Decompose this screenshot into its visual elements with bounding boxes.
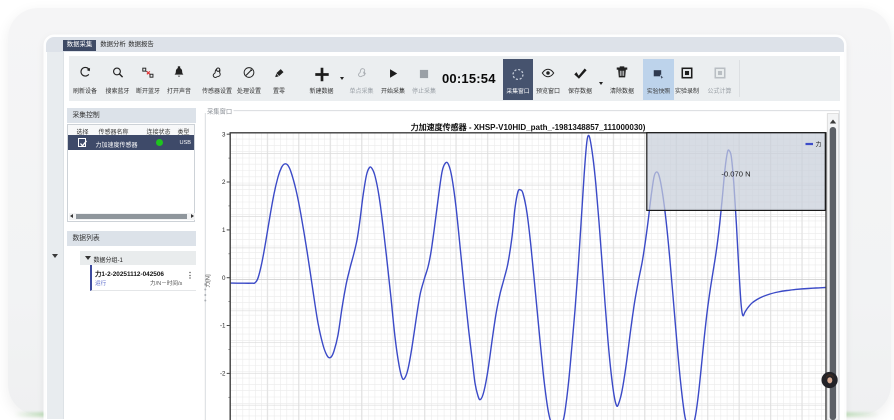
svg-text:力加速度传感器 - XHSP-V10HID_path_-19: 力加速度传感器 - XHSP-V10HID_path_-1981348857_1… <box>411 122 646 132</box>
svg-text:2: 2 <box>222 179 226 186</box>
svg-text:力[N]: 力[N] <box>204 274 212 288</box>
svg-text:1: 1 <box>222 227 226 234</box>
svg-text:0: 0 <box>222 275 226 282</box>
svg-text:采集窗口: 采集窗口 <box>207 106 232 115</box>
svg-text:-0.070 N: -0.070 N <box>721 169 750 178</box>
svg-text:3: 3 <box>222 131 226 138</box>
svg-text:-1: -1 <box>220 323 226 330</box>
svg-text:-2: -2 <box>220 371 226 378</box>
svg-text:力: 力 <box>816 140 822 148</box>
